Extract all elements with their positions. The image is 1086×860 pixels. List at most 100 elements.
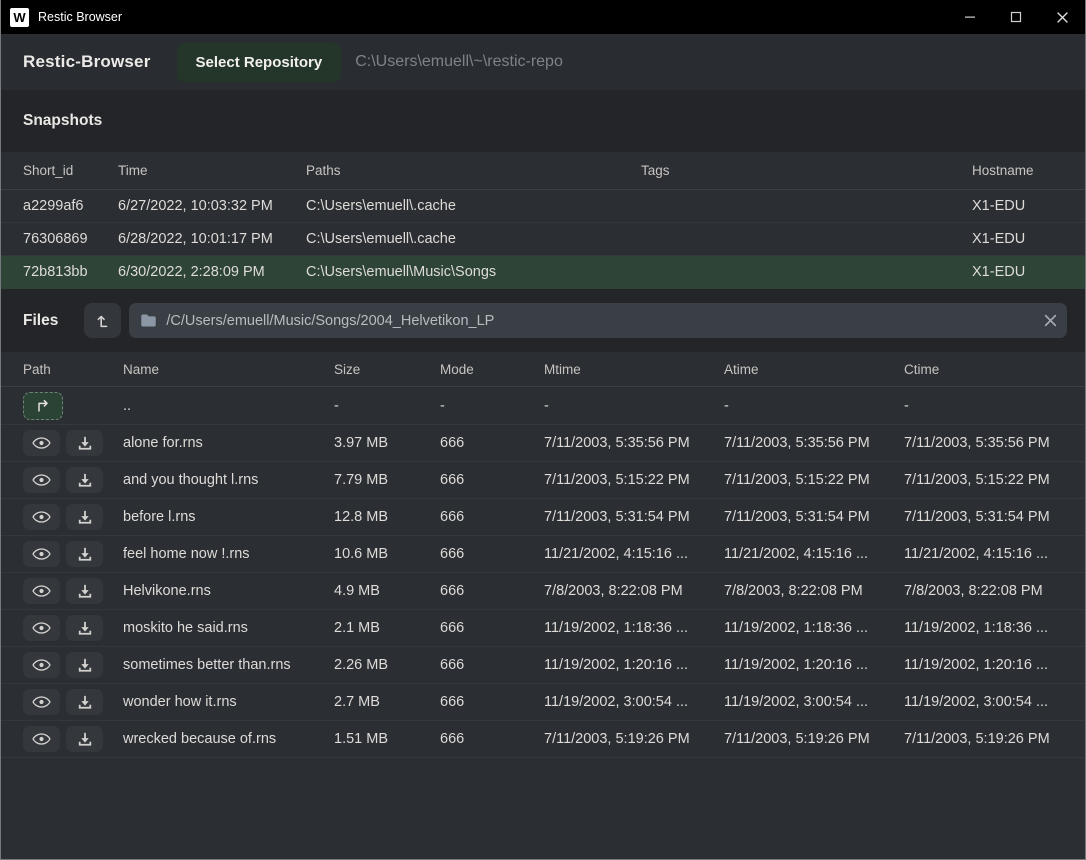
restore-file-button[interactable] [66,615,103,641]
snapshot-row[interactable]: a2299af6 6/27/2022, 10:03:32 PM C:\Users… [1,190,1085,223]
snapshot-row[interactable]: 72b813bb 6/30/2022, 2:28:09 PM C:\Users\… [1,256,1085,289]
file-row[interactable]: sometimes better than.rns 2.26 MB 666 11… [1,647,1085,684]
file-atime: 7/11/2003, 5:19:26 PM [724,731,904,747]
repository-path-input[interactable]: C:\Users\emuell\~\restic-repo [355,53,563,71]
file-atime: 7/8/2003, 8:22:08 PM [724,583,904,599]
snapshot-short-id: 72b813bb [23,264,118,280]
file-mode: 666 [440,731,544,747]
column-tags: Tags [641,163,972,178]
file-mtime: 11/19/2002, 1:18:36 ... [544,620,724,636]
files-title: Files [23,312,58,330]
preview-file-button[interactable] [23,541,60,567]
file-mode: 666 [440,694,544,710]
file-mtime: 11/21/2002, 4:15:16 ... [544,546,724,562]
file-mtime: 11/19/2002, 1:20:16 ... [544,657,724,673]
file-row[interactable]: feel home now !.rns 10.6 MB 666 11/21/20… [1,536,1085,573]
restore-file-button[interactable] [66,726,103,752]
snapshot-time: 6/30/2022, 2:28:09 PM [118,264,306,280]
file-ctime: 11/19/2002, 3:00:54 ... [904,694,1085,710]
download-icon [77,584,93,599]
preview-file-button[interactable] [23,726,60,752]
file-row[interactable]: before l.rns 12.8 MB 666 7/11/2003, 5:31… [1,499,1085,536]
file-atime: 11/19/2002, 1:20:16 ... [724,657,904,673]
preview-file-button[interactable] [23,430,60,456]
file-ctime: 7/11/2003, 5:35:56 PM [904,435,1085,451]
restore-file-button[interactable] [66,541,103,567]
clear-path-button[interactable] [1033,303,1067,338]
app-window: W Restic Browser Restic-Browser Select R… [0,0,1086,860]
column-path: Path [23,362,123,377]
eye-icon [32,436,51,450]
file-row[interactable]: moskito he said.rns 2.1 MB 666 11/19/200… [1,610,1085,647]
column-mode: Mode [440,362,544,377]
file-ctime: 11/21/2002, 4:15:16 ... [904,546,1085,562]
parent-directory-row[interactable]: .. - - - - - [1,387,1085,425]
column-size: Size [334,362,440,377]
empty-area [1,758,1085,859]
preview-file-button[interactable] [23,652,60,678]
column-ctime: Ctime [904,362,1085,377]
up-directory-button[interactable] [84,303,121,338]
file-atime: 7/11/2003, 5:15:22 PM [724,472,904,488]
eye-icon [32,547,51,561]
select-repository-button[interactable]: Select Repository [177,43,342,82]
file-row[interactable]: and you thought l.rns 7.79 MB 666 7/11/2… [1,462,1085,499]
eye-icon [32,621,51,635]
minimize-button[interactable] [947,0,993,34]
column-atime: Atime [724,362,904,377]
column-paths: Paths [306,163,641,178]
restore-file-button[interactable] [66,689,103,715]
file-mode: 666 [440,472,544,488]
preview-file-button[interactable] [23,615,60,641]
file-size: 2.26 MB [334,657,440,673]
file-name: sometimes better than.rns [123,657,334,673]
restore-file-button[interactable] [66,430,103,456]
preview-file-button[interactable] [23,689,60,715]
file-mtime: 7/11/2003, 5:15:22 PM [544,472,724,488]
snapshot-paths: C:\Users\emuell\.cache [306,198,641,214]
minimize-icon [964,11,976,23]
file-size: 1.51 MB [334,731,440,747]
column-short-id: Short_id [23,163,118,178]
restore-file-button[interactable] [66,652,103,678]
preview-file-button[interactable] [23,504,60,530]
download-icon [77,732,93,747]
file-path-input[interactable]: /C/Users/emuell/Music/Songs/2004_Helveti… [129,303,1067,338]
file-atime: 11/19/2002, 1:18:36 ... [724,620,904,636]
column-name: Name [123,362,334,377]
preview-file-button[interactable] [23,578,60,604]
restore-file-button[interactable] [66,578,103,604]
file-mode: 666 [440,583,544,599]
file-ctime: 11/19/2002, 1:18:36 ... [904,620,1085,636]
file-row[interactable]: wonder how it.rns 2.7 MB 666 11/19/2002,… [1,684,1085,721]
file-mtime: 7/11/2003, 5:19:26 PM [544,731,724,747]
maximize-button[interactable] [993,0,1039,34]
snapshot-row[interactable]: 76306869 6/28/2022, 10:01:17 PM C:\Users… [1,223,1085,256]
file-row[interactable]: alone for.rns 3.97 MB 666 7/11/2003, 5:3… [1,425,1085,462]
restore-file-button[interactable] [66,467,103,493]
preview-file-button[interactable] [23,467,60,493]
snapshot-paths: C:\Users\emuell\Music\Songs [306,264,641,280]
file-mode: 666 [440,620,544,636]
file-row[interactable]: wrecked because of.rns 1.51 MB 666 7/11/… [1,721,1085,758]
file-name: wrecked because of.rns [123,731,334,747]
titlebar: W Restic Browser [1,0,1085,34]
eye-icon [32,473,51,487]
file-mtime: 7/11/2003, 5:31:54 PM [544,509,724,525]
snapshot-hostname: X1-EDU [972,264,1085,280]
download-icon [77,510,93,525]
close-button[interactable] [1039,0,1085,34]
file-name: before l.rns [123,509,334,525]
navigate-parent-button[interactable] [23,392,63,420]
header-bar: Restic-Browser Select Repository C:\User… [1,34,1085,90]
clear-icon [1044,314,1057,327]
snapshot-short-id: a2299af6 [23,198,118,214]
restore-file-button[interactable] [66,504,103,530]
files-table-body: alone for.rns 3.97 MB 666 7/11/2003, 5:3… [1,425,1085,758]
file-ctime: - [904,398,1085,414]
file-size: 2.1 MB [334,620,440,636]
file-row[interactable]: Helvikone.rns 4.9 MB 666 7/8/2003, 8:22:… [1,573,1085,610]
file-atime: 7/11/2003, 5:35:56 PM [724,435,904,451]
eye-icon [32,658,51,672]
column-time: Time [118,163,306,178]
